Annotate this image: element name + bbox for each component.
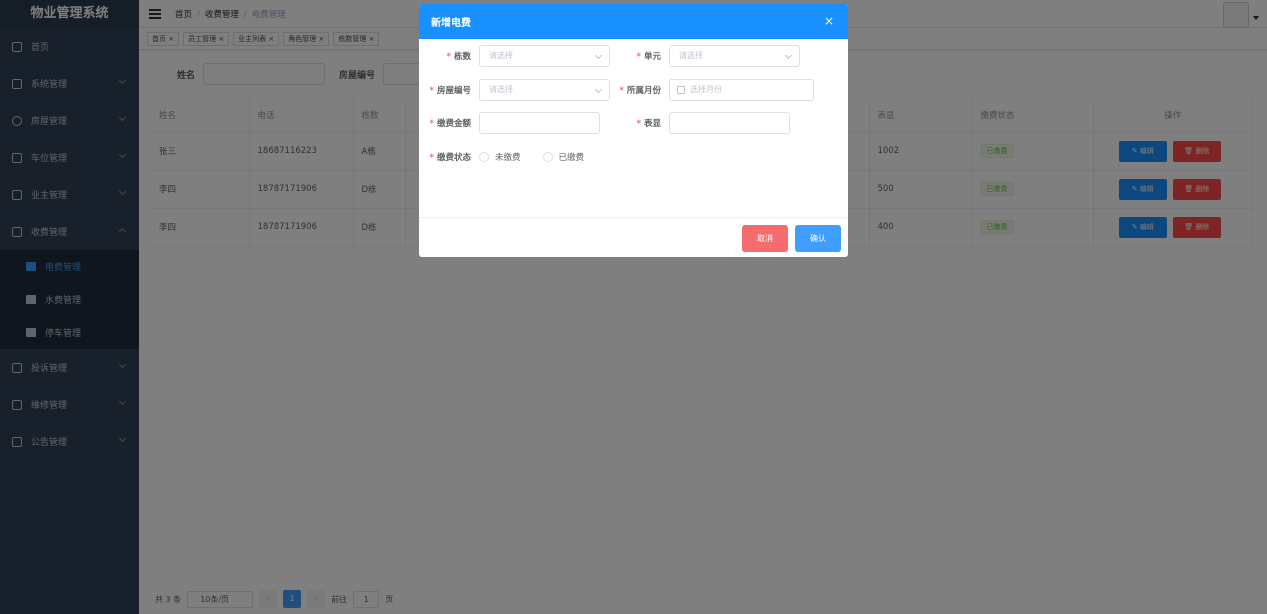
chevron-down-icon [784,51,793,60]
amount-label: * 缴费金额 [429,119,471,129]
unpaid-radio[interactable]: 未缴费 [479,151,521,163]
building-select[interactable]: 请选择 [479,45,610,67]
confirm-button[interactable]: 确认 [795,225,841,252]
close-icon[interactable]: × [824,14,834,28]
amount-input[interactable] [479,112,600,134]
form-row-amount: * 缴费金额 [419,112,600,134]
radio-circle [542,152,553,162]
building-label: * 栋数 [446,52,471,62]
form-row-building: * 栋数 请选择 [419,45,610,67]
month-label: * 所属月份 [619,86,661,96]
dialog-header: 新增电费 × [419,4,848,39]
dialog-footer: 取消 确认 [419,217,848,257]
add-electric-fee-dialog: 新增电费 × * 栋数 请选择 * 单元 请选择 * 房屋编号 请选择 * 所属月份 选… [419,4,848,257]
dialog-title: 新增电费 [431,18,471,29]
form-row-unit: * 单元 请选择 [610,45,800,67]
radio-circle [479,152,489,162]
form-row-house: * 房屋编号 请选择 [419,79,610,101]
reading-input[interactable] [669,112,790,134]
calendar-icon [677,86,685,94]
chevron-down-icon [594,85,603,94]
form-row-status: * 缴费状态 未缴费 已缴费 [419,146,606,168]
paid-radio[interactable]: 已缴费 [542,151,584,163]
month-picker[interactable]: 选择月份 [669,79,814,101]
reading-label: * 表显 [636,119,661,129]
house-select[interactable]: 请选择 [479,79,610,101]
unit-label: * 单元 [636,52,661,62]
house-label: * 房屋编号 [429,86,471,96]
unit-select[interactable]: 请选择 [669,45,800,67]
status-label: * 缴费状态 [429,153,471,163]
form-row-reading: * 表显 [610,112,790,134]
cancel-button[interactable]: 取消 [742,225,788,252]
chevron-down-icon [594,51,603,60]
form-row-month: * 所属月份 选择月份 [610,79,814,101]
